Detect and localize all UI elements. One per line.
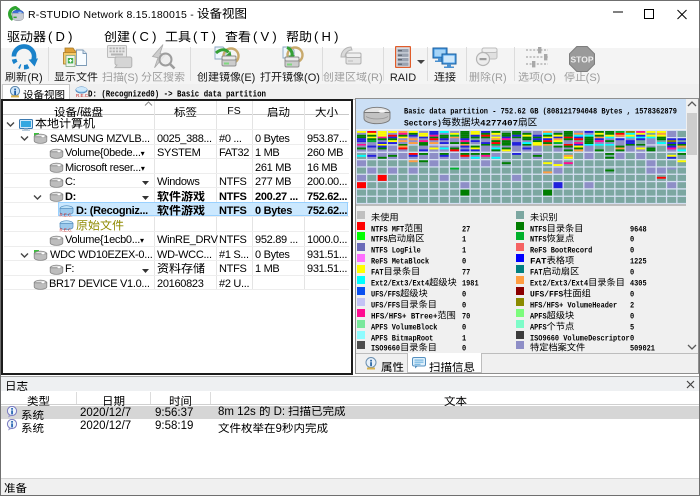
svg-text:R.E.C.: R.E.C. <box>60 213 73 218</box>
svg-text:Sectors): Sectors) <box>404 119 442 129</box>
svg-text:STOP: STOP <box>571 55 594 65</box>
svg-text:R.E.C.: R.E.C. <box>60 227 73 232</box>
svg-text:R.E.C.: R.E.C. <box>76 93 88 98</box>
svg-text:D: (Recognized0) -> Basic data: D: (Recognized0) -> Basic data partition <box>88 90 266 100</box>
svg-text:4277407: 4277407 <box>480 119 518 129</box>
